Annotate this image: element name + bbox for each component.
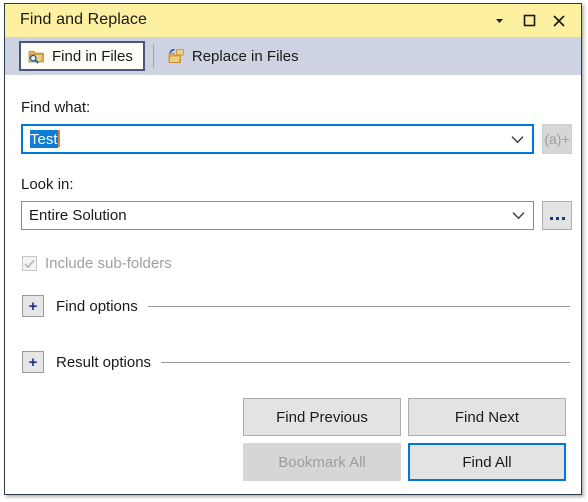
find-options-expander[interactable]: +: [22, 295, 44, 317]
find-in-files-icon: [28, 48, 45, 65]
browse-folder-button[interactable]: [542, 201, 572, 230]
result-options-section: + Result options: [22, 351, 570, 373]
find-all-button[interactable]: Find All: [408, 443, 566, 481]
tab-find-in-files-label: Find in Files: [52, 47, 133, 65]
dialog-body: Find what: Test (a)+ Look in: Entire Sol…: [5, 75, 581, 494]
find-what-input[interactable]: Test: [23, 130, 502, 148]
look-in-value[interactable]: Entire Solution: [22, 207, 503, 224]
screen: Find and Replace Find in Files Replace i…: [0, 0, 588, 502]
bookmark-all-label: Bookmark All: [278, 453, 366, 471]
find-next-label: Find Next: [454, 408, 520, 426]
find-options-section: + Find options: [22, 295, 570, 317]
look-in-combobox[interactable]: Entire Solution: [21, 201, 534, 230]
find-what-value: Test: [30, 130, 58, 148]
ellipsis-icon: [549, 217, 565, 220]
tab-separator: [152, 44, 154, 68]
find-previous-label: Find Previous: [276, 408, 368, 426]
tab-replace-in-files[interactable]: Replace in Files: [161, 41, 309, 71]
find-previous-button[interactable]: Find Previous: [243, 398, 401, 436]
close-icon[interactable]: [545, 8, 573, 34]
window-controls: [485, 4, 573, 37]
include-subfolders-checkbox: [22, 256, 37, 271]
regex-builder-button: (a)+: [542, 124, 572, 154]
find-what-label: Find what:: [21, 99, 91, 116]
chevron-down-icon[interactable]: [503, 202, 533, 229]
tab-replace-in-files-label: Replace in Files: [191, 47, 299, 65]
window-title: Find and Replace: [20, 11, 148, 28]
regex-builder-label: (a)+: [544, 131, 570, 147]
find-next-button[interactable]: Find Next: [408, 398, 566, 436]
result-options-expander[interactable]: +: [22, 351, 44, 373]
text-caret: [57, 130, 60, 147]
maximize-icon[interactable]: [515, 8, 543, 34]
include-subfolders-row: Include sub-folders: [22, 255, 172, 272]
replace-in-files-icon: [168, 48, 185, 65]
tab-strip: Find in Files Replace in Files: [5, 37, 581, 75]
look-in-label: Look in:: [21, 176, 74, 193]
find-what-combobox[interactable]: Test: [21, 124, 534, 154]
result-options-label: Result options: [56, 353, 152, 371]
title-bar: Find and Replace: [5, 4, 581, 37]
find-all-label: Find All: [462, 453, 512, 471]
pin-dropdown-icon[interactable]: [485, 8, 513, 34]
find-options-label: Find options: [56, 297, 138, 315]
chevron-down-icon[interactable]: [502, 126, 532, 152]
include-subfolders-label: Include sub-folders: [45, 255, 172, 272]
bookmark-all-button: Bookmark All: [243, 443, 401, 481]
tab-find-in-files[interactable]: Find in Files: [19, 41, 145, 71]
find-and-replace-window: Find and Replace Find in Files Replace i…: [4, 3, 582, 495]
section-divider: [147, 305, 570, 307]
section-divider: [161, 361, 570, 363]
